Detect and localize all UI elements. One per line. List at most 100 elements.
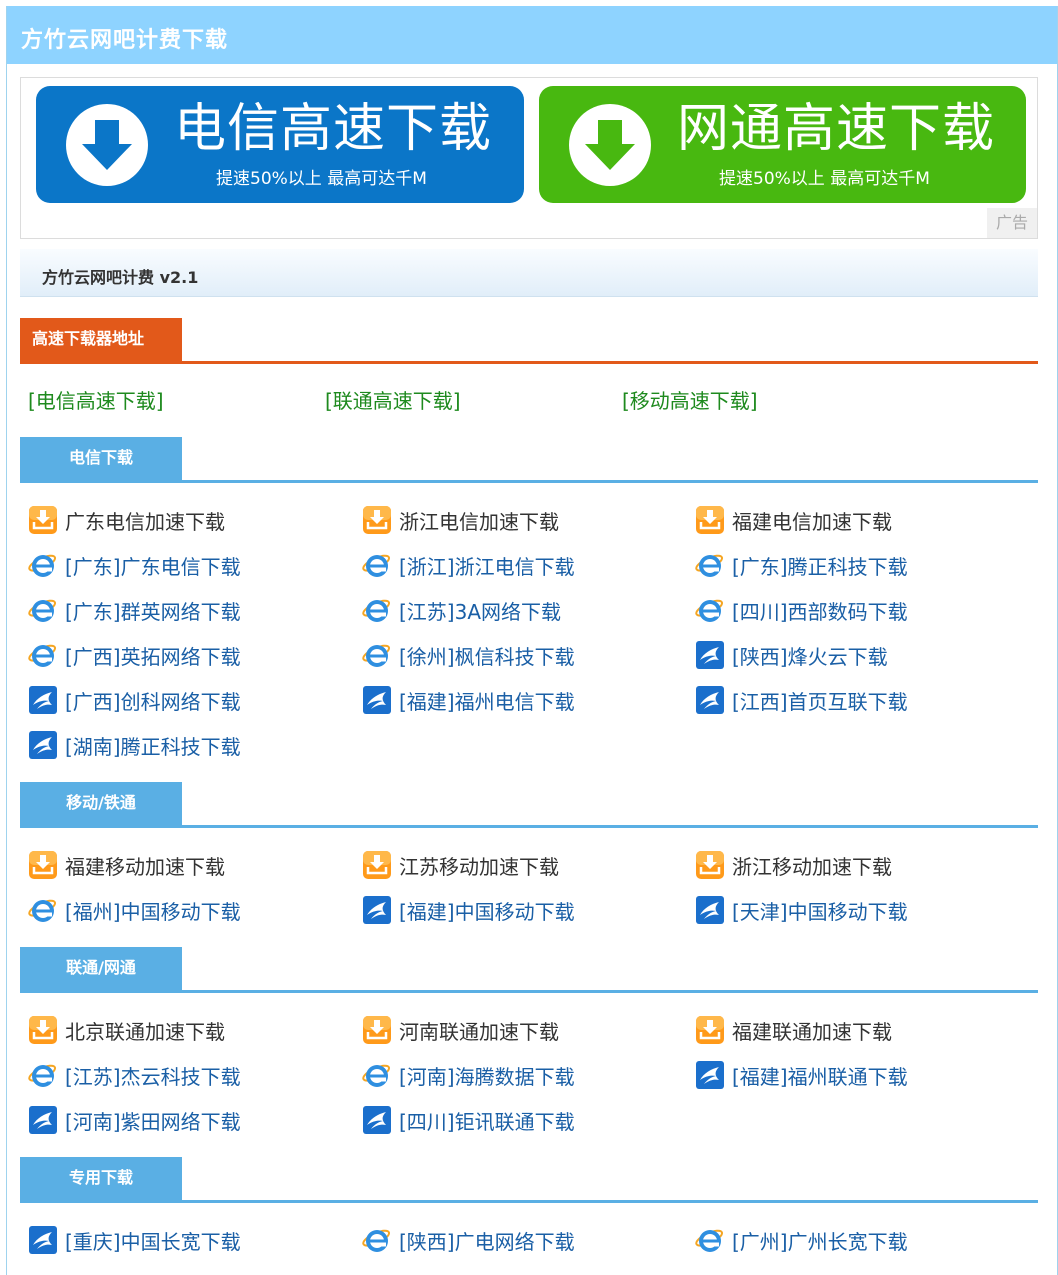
download-link[interactable]: [湖南]腾正科技下载 [28,727,241,763]
download-link-label: [福州]中国移动下载 [65,899,241,924]
download-link[interactable]: 福建电信加速下载 [695,502,892,538]
section-header: 移动/铁通 [20,782,1038,828]
download-link-label: 浙江电信加速下载 [399,509,559,534]
download-link-label: [河南]紫田网络下载 [65,1109,241,1134]
download-link-label: [陕西]广电网络下载 [399,1229,575,1254]
download-link-label: [重庆]中国长宽下载 [65,1229,241,1254]
download-link[interactable]: [河南]紫田网络下载 [28,1102,241,1138]
download-link[interactable]: [福建]中国移动下载 [362,892,575,928]
download-link-label: [广东]广东电信下载 [65,554,241,579]
download-link-label: [天津]中国移动下载 [732,899,908,924]
download-link[interactable]: [广东]群英网络下载 [28,592,241,628]
download-link[interactable]: [江苏]3A网络下载 [362,592,561,628]
download-link[interactable]: [广东]腾正科技下载 [695,547,908,583]
ie-icon [362,640,392,670]
download-link-label: [广西]创科网络下载 [65,689,241,714]
section-tab: 高速下载器地址 [20,318,182,361]
download-icon [695,1015,725,1045]
download-link[interactable]: [广州]广州长宽下载 [695,1222,908,1258]
downloader-links: [电信高速下载] [联通高速下载] [移动高速下载] [28,385,1028,421]
section-header: 电信下载 [20,437,1038,483]
download-link-label: [河南]海腾数据下载 [399,1064,575,1089]
ie-icon [362,1225,392,1255]
download-link[interactable]: 浙江电信加速下载 [362,502,559,538]
download-link[interactable]: [福州]中国移动下载 [28,892,241,928]
ie-icon [695,550,725,580]
unicom-download-ad-button[interactable]: 网通高速下载 提速50%以上 最高可达千M [539,86,1026,203]
download-icon [28,1015,58,1045]
download-link-label: [四川]西部数码下载 [732,599,908,624]
download-link-label: [江苏]杰云科技下载 [65,1064,241,1089]
download-link-label: 福建移动加速下载 [65,854,225,879]
download-link-label: [徐州]枫信科技下载 [399,644,575,669]
download-link-label: [江西]首页互联下载 [732,689,908,714]
download-arrow-icon [66,104,148,186]
download-link[interactable]: 福建联通加速下载 [695,1012,892,1048]
download-link[interactable]: 浙江移动加速下载 [695,847,892,883]
mobile-downloader-link[interactable]: [移动高速下载] [622,385,758,414]
ie-icon [28,550,58,580]
download-link[interactable]: [广东]广东电信下载 [28,547,241,583]
unicom-ad-title: 网通高速下载 [677,99,996,159]
download-link[interactable]: 福建移动加速下载 [28,847,225,883]
download-link[interactable]: [江西]首页互联下载 [695,682,908,718]
ie-icon [362,595,392,625]
download-link-label: [浙江]浙江电信下载 [399,554,575,579]
swift-icon [28,730,58,760]
ie-icon [28,895,58,925]
telecom-ad-title: 电信高速下载 [174,99,493,159]
download-link[interactable]: [陕西]广电网络下载 [362,1222,575,1258]
download-link-label: 广东电信加速下载 [65,509,225,534]
download-link[interactable]: [福建]福州电信下载 [362,682,575,718]
download-link[interactable]: [四川]钜讯联通下载 [362,1102,575,1138]
download-link[interactable]: [江苏]杰云科技下载 [28,1057,241,1093]
unicom-downloader-link[interactable]: [联通高速下载] [325,385,461,414]
download-link-label: [福建]福州电信下载 [399,689,575,714]
download-icon [362,505,392,535]
download-link[interactable]: [福建]福州联通下载 [695,1057,908,1093]
ie-icon [362,550,392,580]
ie-icon [695,595,725,625]
section-tab: 电信下载 [20,437,182,480]
section-tab: 移动/铁通 [20,782,182,825]
download-link-label: [湖南]腾正科技下载 [65,734,241,759]
ad-tag: 广告 [987,208,1037,238]
swift-icon [28,1225,58,1255]
download-icon [28,505,58,535]
telecom-downloader-link[interactable]: [电信高速下载] [28,385,164,414]
swift-icon [695,685,725,715]
swift-icon [28,685,58,715]
ie-icon [28,1060,58,1090]
telecom-ad-subtitle: 提速50%以上 最高可达千M [216,169,427,189]
download-link-label: [福建]福州联通下载 [732,1064,908,1089]
download-link[interactable]: [陕西]烽火云下载 [695,637,888,673]
product-header: 方竹云网吧计费 v2.1 [20,249,1038,297]
download-link[interactable]: [天津]中国移动下载 [695,892,908,928]
section-tab: 专用下载 [20,1157,182,1200]
ad-banner: 电信高速下载 提速50%以上 最高可达千M 网通高速下载 提速50%以上 最高可… [20,77,1038,239]
downloader-section-header: 高速下载器地址 [20,318,1038,364]
download-arrow-icon [569,104,651,186]
download-link[interactable]: [广西]英拓网络下载 [28,637,241,673]
download-link[interactable]: 河南联通加速下载 [362,1012,559,1048]
download-link[interactable]: [四川]西部数码下载 [695,592,908,628]
download-link-label: 河南联通加速下载 [399,1019,559,1044]
download-link-label: [陕西]烽火云下载 [732,644,888,669]
download-link-label: [广州]广州长宽下载 [732,1229,908,1254]
swift-icon [695,640,725,670]
ie-icon [28,595,58,625]
section-tab: 联通/网通 [20,947,182,990]
download-link[interactable]: [浙江]浙江电信下载 [362,547,575,583]
ie-icon [28,640,58,670]
download-link[interactable]: [重庆]中国长宽下载 [28,1222,241,1258]
telecom-download-ad-button[interactable]: 电信高速下载 提速50%以上 最高可达千M [36,86,524,203]
download-link-label: 福建电信加速下载 [732,509,892,534]
page-title: 方竹云网吧计费下载 [21,28,229,53]
download-link[interactable]: 北京联通加速下载 [28,1012,225,1048]
download-link[interactable]: 江苏移动加速下载 [362,847,559,883]
ie-icon [362,1060,392,1090]
download-link[interactable]: [徐州]枫信科技下载 [362,637,575,673]
download-link[interactable]: [河南]海腾数据下载 [362,1057,575,1093]
download-link[interactable]: 广东电信加速下载 [28,502,225,538]
download-link[interactable]: [广西]创科网络下载 [28,682,241,718]
